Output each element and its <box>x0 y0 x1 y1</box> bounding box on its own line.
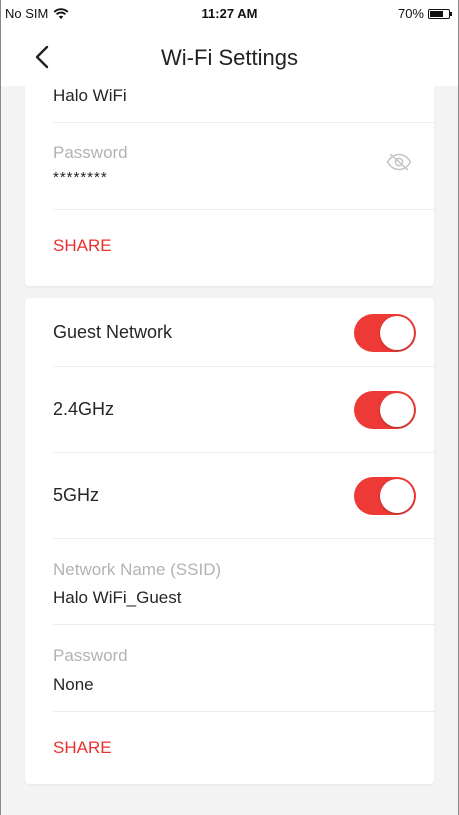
battery-icon <box>428 8 452 19</box>
main-password-label: Password <box>53 143 128 162</box>
band-24ghz-toggle[interactable] <box>354 391 416 429</box>
battery-percent: 70% <box>397 6 424 21</box>
main-ssid-value: Halo WiFi <box>53 86 127 105</box>
guest-password-value[interactable]: None <box>53 675 434 695</box>
toggle-knob <box>380 393 414 427</box>
guest-share-button[interactable]: SHARE <box>53 738 434 758</box>
main-password-value: ******** <box>53 169 108 186</box>
toggle-knob <box>380 479 414 513</box>
divider <box>53 538 434 539</box>
divider <box>53 711 434 712</box>
guest-ssid-label: Network Name (SSID) <box>53 560 222 579</box>
battery-fill <box>430 10 443 17</box>
status-bar: No SIM 11:27 AM 70% <box>1 0 458 28</box>
guest-network-card: Guest Network 2.4GHz 5GHz Network Name (… <box>25 298 434 784</box>
toggle-knob <box>380 316 414 350</box>
band-5ghz-toggle[interactable] <box>354 477 416 515</box>
guest-network-toggle[interactable] <box>354 314 416 352</box>
divider <box>53 122 434 123</box>
page-title: Wi-Fi Settings <box>161 45 298 70</box>
divider <box>53 209 434 210</box>
guest-password-label: Password <box>53 646 128 665</box>
divider <box>53 366 434 367</box>
main-share-button[interactable]: SHARE <box>53 236 434 256</box>
divider <box>53 624 434 625</box>
main-network-card: Halo WiFi Password ******** SHARE <box>25 86 434 286</box>
guest-ssid-value[interactable]: Halo WiFi_Guest <box>53 588 434 608</box>
divider <box>53 452 434 453</box>
navigation-bar: Wi-Fi Settings <box>1 28 458 86</box>
eye-hidden-icon[interactable] <box>386 152 412 172</box>
status-right: 70% <box>397 6 452 21</box>
clock: 11:27 AM <box>201 6 258 21</box>
